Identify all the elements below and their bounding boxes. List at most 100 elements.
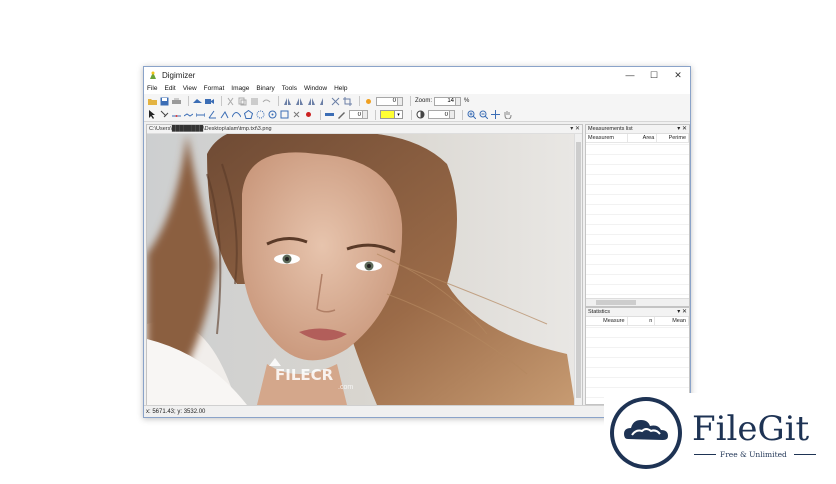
delete-icon[interactable]: [292, 110, 301, 119]
camera-icon[interactable]: [205, 97, 214, 106]
paste-icon[interactable]: [250, 97, 259, 106]
menu-bar: File Edit View Format Image Binary Tools…: [144, 83, 690, 94]
horizontal-scrollbar[interactable]: [586, 298, 689, 306]
brightness-icon: [366, 98, 371, 104]
zoom-unit: %: [464, 98, 470, 104]
angle3-icon[interactable]: [220, 110, 229, 119]
menu-file[interactable]: File: [147, 85, 157, 92]
menu-tools[interactable]: Tools: [282, 85, 297, 92]
distance-icon[interactable]: [196, 110, 205, 119]
menu-edit[interactable]: Edit: [164, 85, 175, 92]
digimizer-window: Digimizer — ☐ ✕ File Edit View Format Im…: [143, 66, 691, 418]
color-dropdown[interactable]: ▾: [395, 110, 403, 119]
print-icon[interactable]: [172, 97, 181, 106]
flip-left-icon[interactable]: [283, 97, 292, 106]
vertical-scrollbar[interactable]: [574, 134, 582, 405]
window-title: Digimizer: [162, 70, 196, 80]
contrast-spinner[interactable]: [450, 110, 455, 119]
scroll-thumb[interactable]: [596, 300, 636, 305]
curve-icon[interactable]: [232, 110, 241, 119]
line-width-spinner[interactable]: [363, 110, 368, 119]
menu-binary[interactable]: Binary: [256, 85, 274, 92]
freehand-icon[interactable]: [256, 110, 265, 119]
pan-icon[interactable]: [491, 110, 500, 119]
document-path: C:\Users\████████\Desktop\alam\tmp.txt\3…: [147, 125, 582, 134]
brightness-spinner[interactable]: [398, 96, 403, 106]
app-icon: [150, 71, 156, 79]
toolbar-separator: [462, 109, 463, 120]
polygon-icon[interactable]: [244, 110, 253, 119]
tagline-rule-right: [794, 454, 816, 455]
rectangle-icon[interactable]: [280, 110, 289, 119]
logo-circle: [610, 397, 682, 469]
open-folder-icon[interactable]: [148, 97, 157, 106]
column-header[interactable]: Mean: [655, 317, 689, 325]
document-pin-close[interactable]: ▾ ✕: [570, 125, 580, 134]
brand-tagline: Free & Unlimited: [720, 450, 787, 459]
statistics-pin-close[interactable]: ▾ ✕: [677, 308, 687, 317]
column-header[interactable]: Perime: [657, 134, 689, 142]
measure-toolbar: ▾: [144, 108, 690, 122]
toolbar-separator: [188, 96, 189, 106]
measurements-title: Measurements list ▾ ✕: [586, 125, 689, 134]
toolbar-separator: [320, 109, 321, 120]
pointer-icon[interactable]: [148, 110, 157, 119]
menu-image[interactable]: Image: [231, 85, 249, 92]
color-swatch[interactable]: [380, 110, 395, 119]
menu-format[interactable]: Format: [204, 85, 225, 92]
toolbar-separator: [410, 96, 411, 106]
hand-icon[interactable]: [503, 110, 512, 119]
toolbar-separator: [411, 109, 412, 120]
minimize-button[interactable]: —: [618, 67, 642, 83]
zoom-input[interactable]: [434, 96, 457, 106]
column-header[interactable]: Measurem: [586, 134, 628, 142]
measurements-pin-close[interactable]: ▾ ✕: [677, 125, 687, 134]
document-path-text: C:\Users\████████\Desktop\alam\tmp.txt\3…: [149, 126, 272, 132]
statistics-panel: Statistics ▾ ✕ Measure n Mean: [585, 307, 690, 405]
flip-right-icon[interactable]: [295, 97, 304, 106]
column-header[interactable]: Measure: [586, 317, 628, 325]
contrast-icon: [416, 110, 425, 119]
measurements-panel: Measurements list ▾ ✕ Measurem Area Peri…: [585, 124, 690, 307]
resize-icon[interactable]: [331, 97, 340, 106]
column-header[interactable]: Area: [628, 134, 658, 142]
undo-icon[interactable]: [262, 97, 271, 106]
close-button[interactable]: ✕: [666, 67, 690, 83]
menu-help[interactable]: Help: [334, 85, 347, 92]
measurements-grid: [586, 144, 689, 296]
polyline-icon[interactable]: [184, 110, 193, 119]
scroll-thumb[interactable]: [576, 142, 581, 398]
line-icon[interactable]: [172, 110, 181, 119]
pen-icon[interactable]: [337, 110, 346, 119]
maximize-button[interactable]: ☐: [642, 67, 666, 83]
rotate-icon[interactable]: [319, 97, 328, 106]
scanner-icon[interactable]: [193, 97, 202, 106]
crop-icon[interactable]: [343, 96, 352, 106]
brightness-input[interactable]: [376, 96, 398, 106]
toolbar-separator: [359, 96, 360, 106]
marker-icon[interactable]: [160, 110, 169, 119]
image-canvas[interactable]: FILECR .com: [147, 134, 575, 405]
title-bar: Digimizer — ☐ ✕: [144, 67, 690, 83]
zoom-in-icon[interactable]: [467, 110, 476, 119]
contrast-input[interactable]: [428, 110, 450, 119]
menu-window[interactable]: Window: [304, 85, 327, 92]
image-document: C:\Users\████████\Desktop\alam\tmp.txt\3…: [146, 124, 583, 405]
cut-icon[interactable]: [226, 97, 235, 106]
ruler-icon[interactable]: [325, 110, 334, 119]
window-controls: — ☐ ✕: [618, 67, 690, 83]
portrait-photo: [147, 134, 575, 405]
measurements-title-text: Measurements list: [588, 126, 633, 132]
angle-icon[interactable]: [208, 110, 217, 119]
record-icon[interactable]: [304, 110, 313, 119]
column-header[interactable]: n: [628, 317, 656, 325]
zoom-spinner[interactable]: [456, 96, 462, 106]
ellipse-icon[interactable]: [268, 110, 277, 119]
zoom-label: Zoom:: [415, 98, 433, 104]
copy-icon[interactable]: [238, 97, 247, 106]
zoom-out-icon[interactable]: [479, 110, 488, 119]
line-width-input[interactable]: [349, 110, 363, 119]
menu-view[interactable]: View: [183, 85, 197, 92]
save-icon[interactable]: [160, 97, 169, 106]
mirror-icon[interactable]: [307, 97, 316, 106]
